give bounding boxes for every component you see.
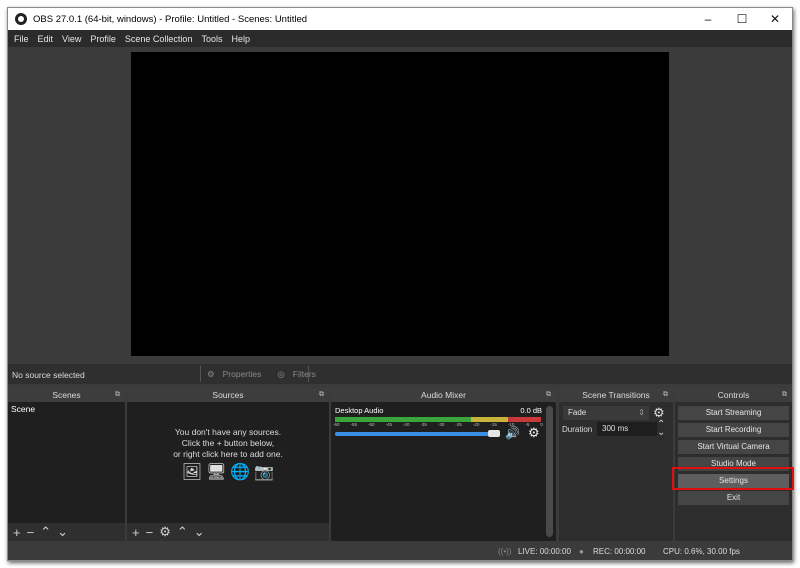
menu-edit[interactable]: Edit [38, 34, 54, 44]
gear-icon[interactable]: ⚙ [528, 425, 540, 441]
menu-file[interactable]: File [14, 34, 29, 44]
cpu-fps: CPU: 0.6%, 30.00 fps [663, 547, 740, 556]
duration-label: Duration [562, 425, 593, 434]
empty-line-3: or right click here to add one. [173, 449, 283, 459]
meter-tick: -30 [437, 422, 445, 427]
minimize-button[interactable]: – [691, 8, 725, 30]
start-recording-button[interactable]: Start Recording [678, 423, 789, 437]
undock-icon[interactable]: ⧉ [782, 388, 787, 402]
scene-list-item[interactable]: Scene [8, 402, 125, 416]
meter-tick: -60 [333, 422, 340, 427]
title-bar: OBS 27.0.1 (64-bit, windows) - Profile: … [8, 8, 792, 30]
gear-icon: ⚙ [207, 368, 215, 379]
maximize-button[interactable]: ☐ [725, 8, 759, 30]
menu-scene-collection[interactable]: Scene Collection [125, 34, 193, 44]
mixer-title: Audio Mixer [421, 390, 466, 400]
globe-icon: 🌐 [230, 464, 251, 481]
live-timer: LIVE: 00:00:00 [518, 547, 571, 556]
add-source-button[interactable]: + [132, 525, 140, 540]
meter-tick: 0 [540, 422, 543, 427]
status-bar: ((•)) LIVE: 00:00:00 ● REC: 00:00:00 CPU… [8, 542, 792, 560]
scene-transitions-dock: Scene Transitions ⧉ Fade ⇕ ⚙ Duration 300 … [559, 388, 673, 541]
preview-canvas[interactable] [131, 52, 669, 356]
meter-tick: -45 [385, 422, 392, 427]
filters-button[interactable]: ◎ Filters [277, 369, 324, 380]
duration-input[interactable]: 300 ms [597, 422, 657, 436]
menu-tools[interactable]: Tools [201, 34, 222, 44]
source-properties-button[interactable]: ⚙ [159, 524, 171, 540]
properties-button[interactable]: ⚙ Properties [207, 369, 269, 380]
rec-timer: REC: 00:00:00 [593, 547, 646, 556]
sources-dock: Sources ⧉ You don't have any sources. Cli… [127, 388, 329, 541]
meter-tick: -25 [455, 422, 462, 427]
empty-line-2: Click the + button below, [181, 438, 275, 448]
volume-handle[interactable] [488, 430, 500, 437]
camera-icon: 📷 [254, 464, 275, 481]
start-virtual-camera-button[interactable]: Start Virtual Camera [678, 440, 789, 454]
add-scene-button[interactable]: + [13, 525, 21, 540]
undock-icon[interactable]: ⧉ [663, 388, 668, 402]
audio-mixer-dock: Audio Mixer ⧉ Desktop Audio 0.0 dB -60 -55… [331, 388, 556, 541]
meter-tick: -40 [402, 422, 410, 427]
sources-list[interactable]: You don't have any sources. Click the + … [127, 402, 329, 523]
move-down-button[interactable]: ⌄ [57, 524, 68, 540]
channel-level: 0.0 dB [520, 406, 542, 415]
undock-icon[interactable]: ⧉ [319, 388, 324, 402]
source-status: No source selected [12, 370, 85, 380]
volume-slider[interactable] [335, 432, 495, 436]
remove-scene-button[interactable]: − [27, 525, 35, 540]
channel-name: Desktop Audio [335, 406, 384, 415]
scenes-title: Scenes [52, 390, 81, 400]
monitor-icon: 🖥 [206, 464, 227, 481]
transitions-title: Scene Transitions [582, 390, 650, 400]
undock-icon[interactable]: ⧉ [115, 388, 120, 402]
settings-highlight-box [672, 467, 794, 490]
meter-tick: -20 [472, 422, 480, 427]
move-up-button[interactable]: ⌃ [177, 524, 188, 540]
obs-logo-icon [15, 13, 27, 25]
broadcast-icon: ((•)) [498, 547, 512, 556]
image-icon: 🖼 [181, 464, 203, 481]
mixer-scrollbar[interactable] [546, 406, 553, 537]
source-toolbar: No source selected ⚙ Properties ◎ Filters [8, 364, 792, 384]
scenes-dock: Scenes ⧉ Scene + − ⌃ ⌄ [8, 388, 125, 541]
meter-tick: -35 [420, 422, 427, 427]
close-button[interactable]: ✕ [758, 8, 792, 30]
move-down-button[interactable]: ⌄ [194, 524, 205, 540]
meter-tick: -50 [367, 422, 375, 427]
exit-button[interactable]: Exit [678, 491, 789, 505]
menu-profile[interactable]: Profile [90, 34, 116, 44]
menu-bar: File Edit View Profile Scene Collection … [8, 30, 792, 47]
meter-tick: -15 [490, 422, 497, 427]
obs-window: OBS 27.0.1 (64-bit, windows) - Profile: … [7, 7, 794, 561]
duration-stepper[interactable]: ⌃ ⌄ [657, 420, 665, 438]
move-up-button[interactable]: ⌃ [40, 524, 51, 540]
window-title: OBS 27.0.1 (64-bit, windows) - Profile: … [33, 13, 308, 25]
controls-dock: Controls ⧉ Start Streaming Start Recordin… [675, 388, 792, 541]
filter-icon: ◎ [277, 368, 285, 379]
controls-title: Controls [717, 390, 750, 400]
record-dot-icon: ● [579, 547, 584, 556]
start-streaming-button[interactable]: Start Streaming [678, 406, 789, 420]
empty-line-1: You don't have any sources. [174, 427, 282, 437]
sources-title: Sources [212, 390, 244, 400]
meter-tick: -55 [350, 422, 357, 427]
spinner-icon: ⇕ [638, 408, 645, 417]
transition-select[interactable]: Fade ⇕ [563, 406, 649, 420]
menu-view[interactable]: View [62, 34, 81, 44]
undock-icon[interactable]: ⧉ [546, 388, 551, 402]
menu-help[interactable]: Help [231, 34, 250, 44]
remove-source-button[interactable]: − [146, 525, 154, 540]
speaker-icon[interactable]: 🔊 [505, 426, 520, 440]
